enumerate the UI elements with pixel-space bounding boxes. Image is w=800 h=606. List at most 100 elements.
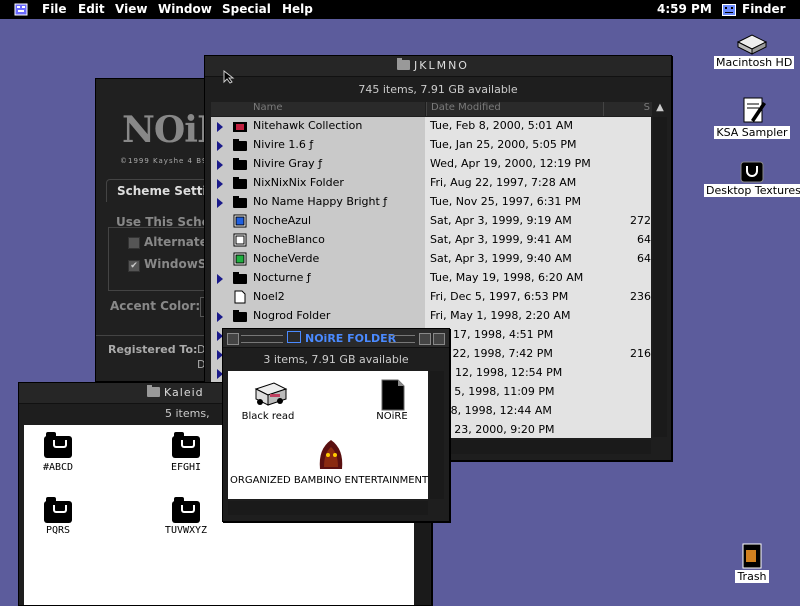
folder-icon <box>287 331 301 343</box>
column-header-name[interactable]: Name <box>211 102 425 116</box>
file-row[interactable]: No Name Happy Bright ƒ Tue, Nov 25, 1997,… <box>211 193 651 212</box>
file-size: 236 <box>630 290 651 303</box>
collapse-box[interactable] <box>433 333 445 345</box>
icon-label: ORGANIZED BAMBINO ENTERTAINMENT <box>230 475 429 486</box>
folder-label: PQRS <box>45 525 71 536</box>
title-stripes <box>389 335 415 343</box>
windowshade-checkbox[interactable]: ✔ <box>128 260 140 272</box>
file-row[interactable]: Nogrod Folder Fri, May 1, 1998, 2:20 AM <box>211 307 651 326</box>
close-box[interactable] <box>227 333 239 345</box>
file-row[interactable]: NocheVerde Sat, Apr 3, 1999, 9:40 AM 64 <box>211 250 651 269</box>
file-date: Tue, Feb 8, 2000, 5:01 AM <box>430 119 573 132</box>
file-row[interactable]: Noel2 Fri, Dec 5, 1997, 6:53 PM 236 <box>211 288 651 307</box>
document-icon[interactable] <box>378 379 406 411</box>
file-date: Fri, May 1, 1998, 2:20 AM <box>430 309 571 322</box>
desktop-icon-macintosh-hd[interactable]: Macintosh HD <box>714 32 795 69</box>
folder-icon[interactable] <box>172 432 200 458</box>
disclosure-triangle-icon[interactable] <box>217 179 223 189</box>
file-name: Nogrod Folder <box>253 309 331 322</box>
desktop-icon-label: Macintosh HD <box>714 56 795 69</box>
window-info-bar: 745 items, 7.91 GB available <box>358 83 518 96</box>
file-row[interactable]: NocheAzul Sat, Apr 3, 1999, 9:19 AM 272 <box>211 212 651 231</box>
file-row[interactable]: NocheBlanco Sat, Apr 3, 1999, 9:41 AM 64 <box>211 231 651 250</box>
file-date: Sat, Apr 3, 1999, 9:19 AM <box>430 214 572 227</box>
menu-edit[interactable]: Edit <box>78 2 105 16</box>
file-row[interactable]: Nivire Gray ƒ Wed, Apr 19, 2000, 12:19 PM <box>211 155 651 174</box>
file-size: 64 <box>637 252 651 265</box>
disclosure-triangle-icon[interactable] <box>217 122 223 132</box>
desktop-icon-desktop-textures[interactable]: Desktop Textures <box>704 158 800 197</box>
file-name: Nivire Gray ƒ <box>253 157 323 170</box>
folder-icon <box>233 196 247 208</box>
finder-icon <box>722 4 736 16</box>
column-header-date[interactable]: Date Modified <box>426 102 603 116</box>
file-name: NocheAzul <box>253 214 312 227</box>
file-size: 272 <box>630 214 651 227</box>
file-name: Noel2 <box>253 290 285 303</box>
menu-special[interactable]: Special <box>222 2 271 16</box>
window-titlebar[interactable]: JKLMNO <box>205 56 671 77</box>
file-name: NixNixNix Folder <box>253 176 344 189</box>
document-icon <box>233 252 247 266</box>
scheme-tab-label: Scheme Settin <box>117 184 216 198</box>
menu-view[interactable]: View <box>115 2 147 16</box>
column-header-size[interactable]: S <box>603 102 652 116</box>
divider <box>96 335 216 336</box>
folder-icon <box>233 177 247 189</box>
trash-icon <box>742 543 762 569</box>
folder-icon <box>233 272 247 284</box>
menu-help[interactable]: Help <box>282 2 313 16</box>
file-row[interactable]: Nivire 1.6 ƒ Tue, Jan 25, 2000, 5:05 PM <box>211 136 651 155</box>
folder-icon[interactable] <box>44 432 72 458</box>
disclosure-triangle-icon[interactable] <box>217 274 223 284</box>
folder-label: TUVWXYZ <box>164 525 208 536</box>
file-date: Tue, Jan 25, 2000, 5:05 PM <box>430 138 577 151</box>
disclosure-triangle-icon[interactable] <box>217 141 223 151</box>
folder-icon <box>233 139 247 151</box>
disclosure-triangle-icon[interactable] <box>217 312 223 322</box>
app-menu[interactable]: Finder <box>742 2 786 16</box>
disclosure-triangle-icon[interactable] <box>217 160 223 170</box>
desktop-icon-trash[interactable]: Trash <box>730 540 774 583</box>
file-date: Fri, Dec 5, 1997, 6:53 PM <box>430 290 569 303</box>
file-date: Fri, Aug 22, 1997, 7:28 AM <box>430 176 577 189</box>
vertical-scrollbar[interactable] <box>430 371 444 499</box>
desktop-icon-ksa-sampler[interactable]: KSA Sampler <box>714 96 790 139</box>
icon-label: Black read <box>241 411 295 422</box>
horizontal-scrollbar[interactable] <box>228 501 428 515</box>
document-icon <box>233 233 247 247</box>
file-row[interactable]: NixNixNix Folder Fri, Aug 22, 1997, 7:28 … <box>211 174 651 193</box>
registered-to-label: Registered To: <box>108 343 198 356</box>
noir-copyright: ©1999 Kayshe 4 B99 <box>120 157 213 165</box>
menu-window[interactable]: Window <box>158 2 212 16</box>
disclosure-triangle-icon[interactable] <box>217 198 223 208</box>
file-row[interactable]: Nitehawk Collection Tue, Feb 8, 2000, 5:0… <box>211 117 651 136</box>
folder-icon[interactable] <box>172 497 200 523</box>
file-name: Nivire 1.6 ƒ <box>253 138 314 151</box>
zoom-box[interactable] <box>419 333 431 345</box>
sort-direction-icon[interactable]: ▲ <box>653 102 667 116</box>
folder-icon <box>233 158 247 170</box>
file-name: NocheVerde <box>253 252 320 265</box>
desktop-icon-label: KSA Sampler <box>714 126 790 139</box>
menu-clock[interactable]: 4:59 PM <box>657 2 712 16</box>
folder-label: EFGHI <box>170 462 202 473</box>
document-icon <box>233 214 247 228</box>
hooded-figure-icon[interactable] <box>314 437 348 471</box>
alternate-checkbox[interactable] <box>128 237 140 249</box>
finder-window-noire-folder: NOiRE FOLDER 3 items, 7.91 GB available … <box>222 328 450 522</box>
truck-icon[interactable] <box>254 381 288 409</box>
title-stripes <box>241 335 283 343</box>
folder-icon <box>147 385 160 397</box>
scheme-tab[interactable]: Scheme Settin <box>106 179 217 202</box>
file-date: Tue, May 19, 1998, 6:20 AM <box>430 271 584 284</box>
document-icon <box>234 290 246 304</box>
folder-icon[interactable] <box>44 497 72 523</box>
apple-menu-icon[interactable] <box>14 3 28 16</box>
file-date: Sat, Apr 3, 1999, 9:40 AM <box>430 252 572 265</box>
window-titlebar[interactable]: NOiRE FOLDER <box>223 329 449 348</box>
vertical-scrollbar[interactable] <box>653 117 667 437</box>
menu-file[interactable]: File <box>42 2 67 16</box>
noir-settings-window: NOiR ©1999 Kayshe 4 B99 Scheme Settin Us… <box>95 78 227 382</box>
file-row[interactable]: Nocturne ƒ Tue, May 19, 1998, 6:20 AM <box>211 269 651 288</box>
